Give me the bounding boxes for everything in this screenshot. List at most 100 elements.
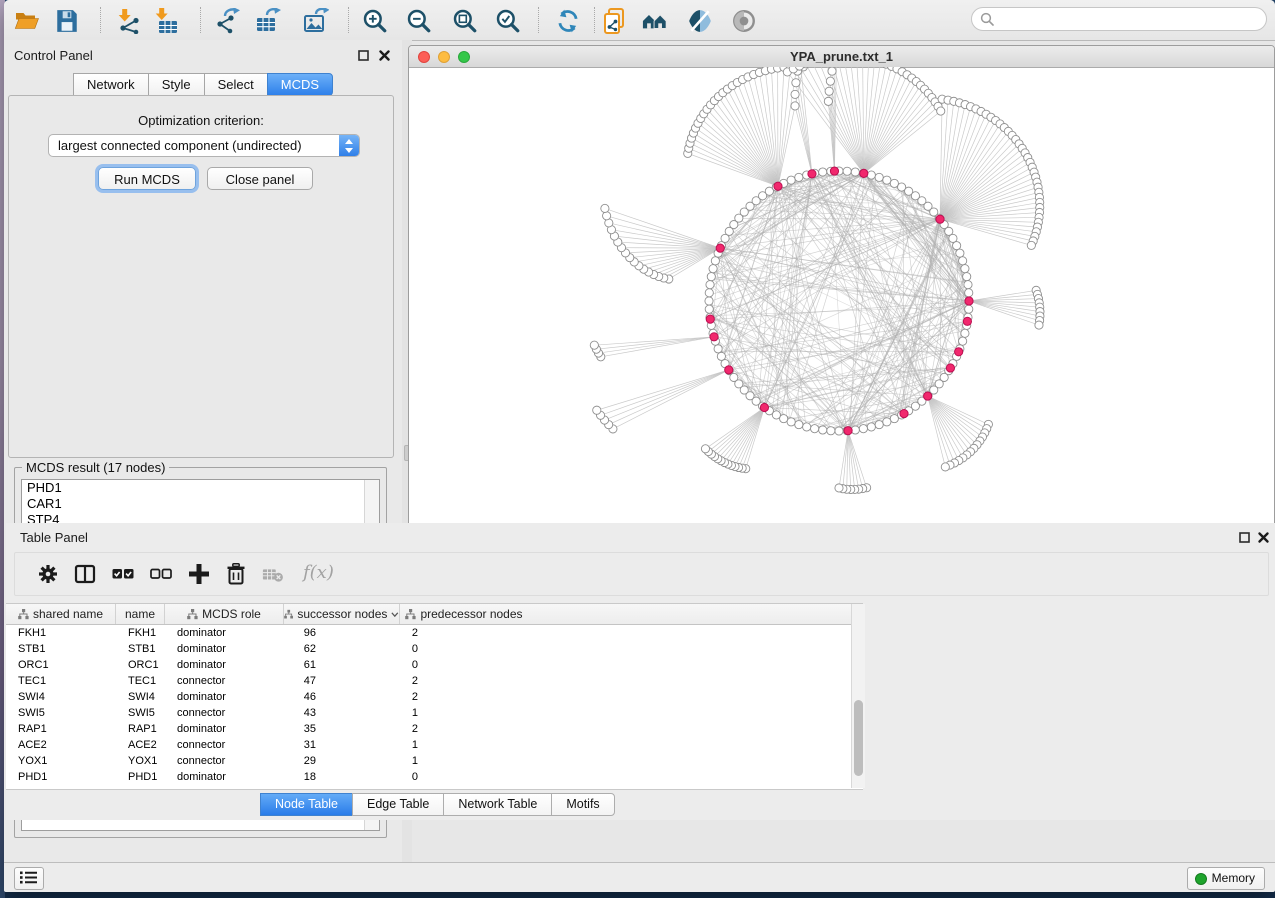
hide-selected-icon[interactable] xyxy=(731,8,757,34)
table-cell[interactable]: 47 xyxy=(284,673,400,689)
select-all-rows-icon[interactable] xyxy=(112,563,134,585)
table-cell[interactable]: 0 xyxy=(400,641,528,657)
table-cell[interactable]: 0 xyxy=(400,657,528,673)
column-header[interactable]: MCDS role xyxy=(165,604,284,624)
table-cell[interactable]: STB1 xyxy=(116,641,165,657)
table-cell[interactable]: RAP1 xyxy=(6,721,116,737)
show-columns-icon[interactable] xyxy=(74,563,96,585)
refresh-icon[interactable] xyxy=(555,8,581,34)
table-cell[interactable]: dominator xyxy=(165,689,284,705)
table-settings-gear-icon[interactable] xyxy=(37,563,59,585)
network-window-titlebar[interactable]: YPA_prune.txt_1 xyxy=(409,46,1274,68)
optimization-criterion-select[interactable]: largest connected component (undirected) xyxy=(48,134,360,157)
table-cell[interactable]: 43 xyxy=(284,705,400,721)
table-cell[interactable]: 46 xyxy=(284,689,400,705)
table-cell[interactable]: FKH1 xyxy=(116,625,165,641)
float-panel-icon[interactable] xyxy=(357,49,370,62)
table-row[interactable]: YOX1 YOX1 connector 29 1 xyxy=(6,753,863,769)
table-cell[interactable]: 62 xyxy=(284,641,400,657)
table-cell[interactable]: SWI5 xyxy=(6,705,116,721)
table-cell[interactable]: SWI5 xyxy=(116,705,165,721)
search-field[interactable] xyxy=(971,7,1267,31)
import-network-icon[interactable] xyxy=(116,8,142,34)
close-panel-icon[interactable] xyxy=(378,49,391,62)
control-panel-tab[interactable]: Style xyxy=(148,73,205,96)
table-cell[interactable]: connector xyxy=(165,673,284,689)
table-cell[interactable]: 2 xyxy=(400,625,528,641)
zoom-selected-icon[interactable] xyxy=(495,8,521,34)
table-cell[interactable]: TEC1 xyxy=(116,673,165,689)
table-row[interactable]: PHD1 PHD1 dominator 18 0 xyxy=(6,769,863,785)
export-image-icon[interactable] xyxy=(303,8,329,34)
export-table-icon[interactable] xyxy=(255,8,281,34)
table-row[interactable]: SWI4 SWI4 dominator 46 2 xyxy=(6,689,863,705)
table-cell[interactable]: ORC1 xyxy=(116,657,165,673)
table-cell[interactable]: dominator xyxy=(165,625,284,641)
table-cell[interactable]: SWI4 xyxy=(6,689,116,705)
table-row[interactable]: STB1 STB1 dominator 62 0 xyxy=(6,641,863,657)
control-panel-tab[interactable]: Network xyxy=(73,73,149,96)
table-row[interactable]: SWI5 SWI5 connector 43 1 xyxy=(6,705,863,721)
table-cell[interactable]: 61 xyxy=(284,657,400,673)
mcds-result-node[interactable]: PHD1 xyxy=(22,480,379,496)
table-panel-tab[interactable]: Motifs xyxy=(551,793,614,816)
table-cell[interactable]: 35 xyxy=(284,721,400,737)
table-row[interactable]: ACE2 ACE2 connector 31 1 xyxy=(6,737,863,753)
table-cell[interactable]: YOX1 xyxy=(116,753,165,769)
table-cell[interactable]: 2 xyxy=(400,689,528,705)
delete-column-trash-icon[interactable] xyxy=(225,563,247,585)
table-cell[interactable]: RAP1 xyxy=(116,721,165,737)
table-cell[interactable]: 1 xyxy=(400,705,528,721)
close-panel-button[interactable]: Close panel xyxy=(207,167,313,190)
table-cell[interactable]: STB1 xyxy=(6,641,116,657)
table-cell[interactable]: 96 xyxy=(284,625,400,641)
open-file-icon[interactable] xyxy=(14,8,40,34)
first-neighbors-icon[interactable] xyxy=(642,8,668,34)
table-cell[interactable]: ACE2 xyxy=(116,737,165,753)
table-cell[interactable]: 2 xyxy=(400,721,528,737)
export-network-icon[interactable] xyxy=(215,8,241,34)
table-cell[interactable]: 29 xyxy=(284,753,400,769)
table-row[interactable]: RAP1 RAP1 dominator 35 2 xyxy=(6,721,863,737)
table-cell[interactable]: 18 xyxy=(284,769,400,785)
column-header[interactable]: successor nodes xyxy=(284,604,400,624)
table-cell[interactable]: ACE2 xyxy=(6,737,116,753)
table-cell[interactable]: 1 xyxy=(400,737,528,753)
mcds-result-node[interactable]: CAR1 xyxy=(22,496,379,512)
table-cell[interactable]: PHD1 xyxy=(6,769,116,785)
close-panel-icon[interactable] xyxy=(1257,531,1270,544)
network-canvas[interactable] xyxy=(409,67,1274,559)
table-panel-tab[interactable]: Node Table xyxy=(260,793,353,816)
control-panel-tab[interactable]: MCDS xyxy=(267,73,333,96)
import-table-icon[interactable] xyxy=(153,8,179,34)
control-panel-tab[interactable]: Select xyxy=(204,73,268,96)
table-row[interactable]: FKH1 FKH1 dominator 96 2 xyxy=(6,625,863,641)
column-header[interactable]: name xyxy=(116,604,165,624)
table-cell[interactable]: 1 xyxy=(400,753,528,769)
deselect-all-rows-icon[interactable] xyxy=(150,563,172,585)
table-panel-tab[interactable]: Network Table xyxy=(443,793,552,816)
table-scrollbar[interactable] xyxy=(851,604,865,788)
table-cell[interactable]: dominator xyxy=(165,721,284,737)
column-header[interactable]: predecessor nodes xyxy=(400,604,528,624)
new-network-from-selection-icon[interactable] xyxy=(602,8,628,34)
table-cell[interactable]: PHD1 xyxy=(116,769,165,785)
table-cell[interactable]: TEC1 xyxy=(6,673,116,689)
table-cell[interactable]: dominator xyxy=(165,657,284,673)
table-cell[interactable]: SWI4 xyxy=(116,689,165,705)
show-hide-graphics-details-icon[interactable] xyxy=(687,8,713,34)
create-column-plus-icon[interactable] xyxy=(188,563,210,585)
zoom-fit-icon[interactable] xyxy=(452,8,478,34)
save-session-icon[interactable] xyxy=(54,8,80,34)
column-header[interactable]: shared name xyxy=(6,604,116,624)
table-cell[interactable]: 0 xyxy=(400,769,528,785)
table-cell[interactable]: ORC1 xyxy=(6,657,116,673)
table-cell[interactable]: connector xyxy=(165,737,284,753)
table-cell[interactable]: 31 xyxy=(284,737,400,753)
table-cell[interactable]: connector xyxy=(165,753,284,769)
table-row[interactable]: TEC1 TEC1 connector 47 2 xyxy=(6,673,863,689)
table-row[interactable]: ORC1 ORC1 dominator 61 0 xyxy=(6,657,863,673)
task-history-button[interactable] xyxy=(14,867,44,890)
table-cell[interactable]: dominator xyxy=(165,769,284,785)
table-cell[interactable]: 2 xyxy=(400,673,528,689)
